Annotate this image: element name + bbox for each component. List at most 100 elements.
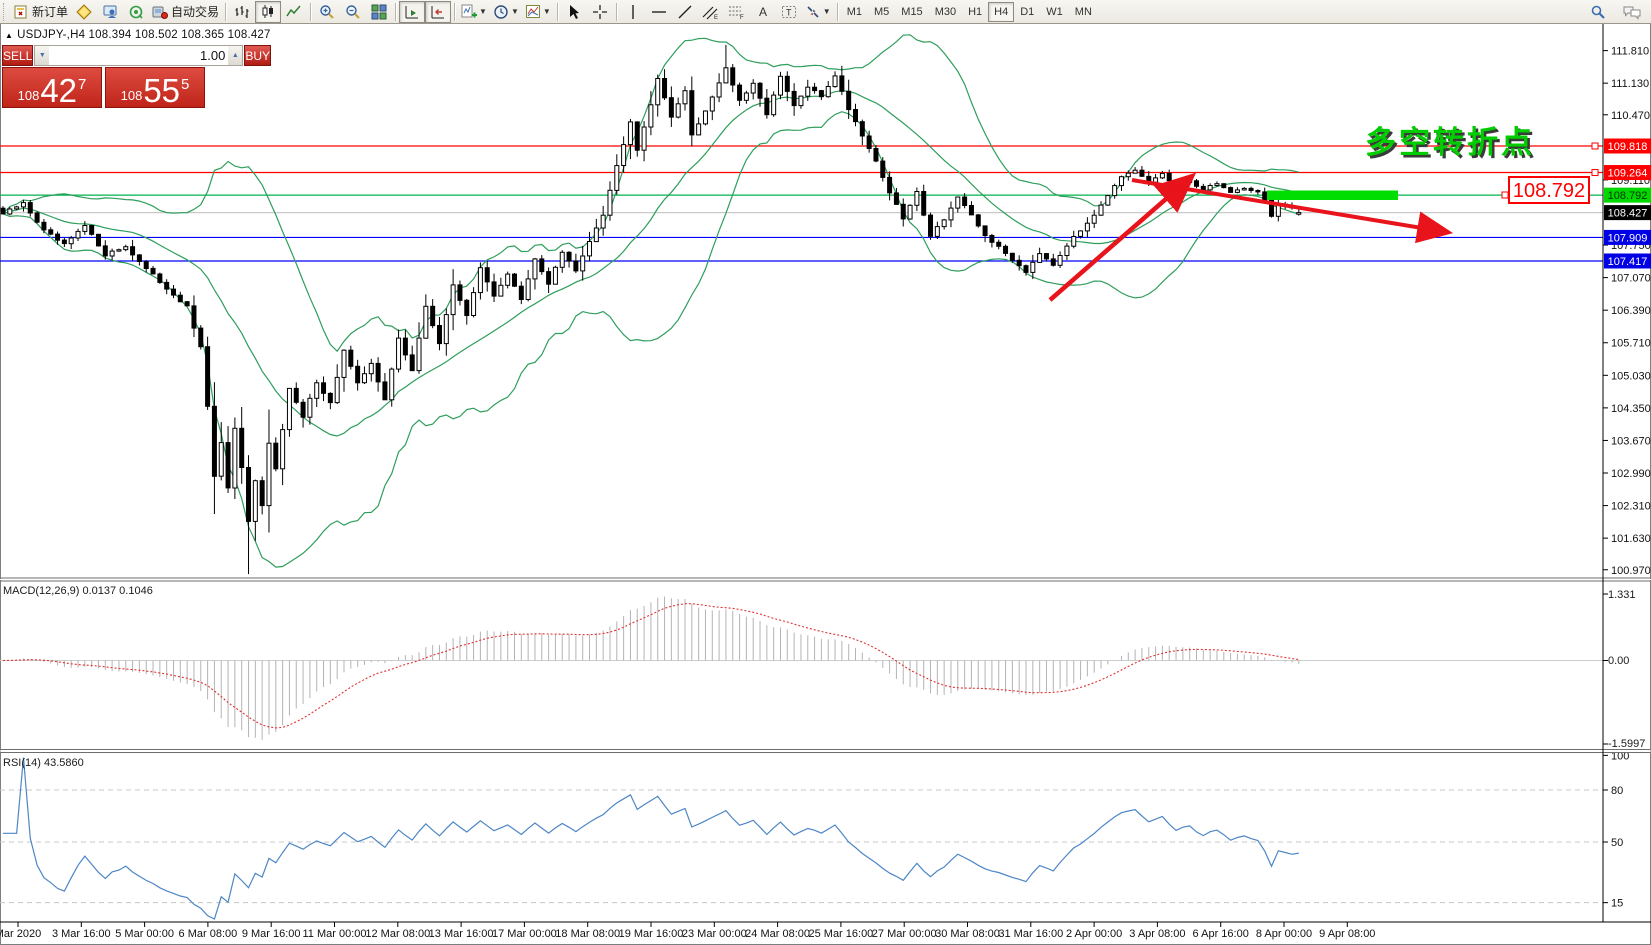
turning-point-text[interactable]: 多空转折点 — [1365, 125, 1535, 160]
cursor-button[interactable] — [561, 1, 587, 23]
candle-body — [1038, 254, 1042, 263]
candle-body — [110, 251, 114, 256]
arrow-objects-icon — [805, 4, 821, 20]
candle-body — [403, 338, 407, 355]
candle-body — [1099, 205, 1103, 215]
pane-splitter-macd[interactable] — [0, 578, 1651, 581]
tf-m1-button[interactable]: M1 — [841, 2, 868, 22]
text-label-button[interactable]: T — [776, 1, 802, 23]
date-tick-label: 27 Mar 00:00 — [872, 928, 937, 940]
volume-decrease-button[interactable]: ▼ — [35, 46, 49, 65]
date-tick-label: 18 Mar 08:00 — [555, 928, 620, 940]
vertical-line-button[interactable] — [620, 1, 646, 23]
date-tick-label: 24 Mar 08:00 — [745, 928, 810, 940]
pane-splitter-rsi[interactable] — [0, 750, 1651, 753]
terminal-user-icon — [102, 4, 118, 20]
candle-body — [437, 326, 441, 344]
candle-body — [383, 382, 387, 400]
tile-windows-button[interactable] — [366, 1, 392, 23]
periods-button[interactable]: ▼ — [490, 1, 522, 23]
candle-body — [765, 98, 769, 115]
line-handle-icon[interactable] — [1592, 170, 1598, 176]
horizontal-line-button[interactable] — [646, 1, 672, 23]
trendline-button[interactable] — [672, 1, 698, 23]
tf-h4-button[interactable]: H4 — [988, 2, 1014, 22]
tf-m30-button[interactable]: M30 — [929, 2, 962, 22]
svg-text:F: F — [740, 15, 744, 20]
zoom-out-button[interactable] — [340, 1, 366, 23]
broadcast-button[interactable] — [123, 1, 149, 23]
search-icon — [1590, 4, 1606, 20]
text-button[interactable]: A — [750, 1, 776, 23]
toolbar-separator — [454, 3, 455, 21]
candle-body — [976, 215, 980, 226]
search-button[interactable] — [1585, 1, 1611, 23]
chat-bubbles-icon — [1622, 4, 1642, 20]
collapse-panel-icon[interactable]: ▲ — [5, 31, 13, 40]
line-handle-icon[interactable] — [1502, 192, 1508, 198]
chat-button[interactable] — [1619, 1, 1645, 23]
candle-body — [1031, 262, 1035, 272]
chart-line-button[interactable] — [281, 1, 307, 23]
autoscroll-button[interactable] — [399, 1, 425, 23]
candle-body — [322, 383, 326, 394]
candle-body — [131, 247, 135, 255]
svg-text:T: T — [786, 7, 792, 17]
candle-body — [833, 76, 837, 87]
fibonacci-icon: F — [728, 4, 745, 20]
zoom-in-button[interactable] — [314, 1, 340, 23]
candle-body — [758, 83, 762, 98]
candle-body — [369, 363, 373, 373]
toolbar-grip[interactable] — [3, 3, 9, 21]
candle-body — [165, 282, 169, 289]
candle-body — [499, 285, 503, 296]
buy-button[interactable]: BUY — [244, 45, 271, 66]
chart-canvas: 多空转折点 多空转折点 108.792 111.810111.130110.47… — [0, 0, 1651, 945]
date-tick-label: 25 Mar 16:00 — [808, 928, 873, 940]
fibonacci-button[interactable]: F — [724, 1, 750, 23]
metaeditor-button[interactable] — [71, 1, 97, 23]
chart-candles-button[interactable] — [255, 1, 281, 23]
chart-bars-button[interactable] — [229, 1, 255, 23]
candle-body — [281, 430, 285, 469]
volume-input[interactable] — [49, 46, 228, 65]
sell-button[interactable]: SELL — [2, 45, 33, 66]
date-tick-label: 17 Mar 00:00 — [492, 928, 557, 940]
candle-body — [96, 234, 100, 246]
price-tick-label: 101.630 — [1611, 533, 1651, 545]
volume-increase-button[interactable]: ▲ — [228, 46, 242, 65]
autotrading-button[interactable]: 自动交易 — [149, 1, 222, 23]
trendline-icon — [677, 4, 693, 20]
price-tick-label: 111.130 — [1611, 78, 1649, 90]
tf-d1-button[interactable]: D1 — [1014, 2, 1040, 22]
zoom-in-icon — [319, 4, 335, 20]
chart-shift-button[interactable] — [425, 1, 451, 23]
templates-button[interactable]: ▼ — [522, 1, 554, 23]
new-order-button[interactable]: 新订单 — [11, 1, 71, 23]
sell-price-box[interactable]: 108 42 7 — [2, 67, 102, 108]
zoom-out-icon — [345, 4, 361, 20]
line-handle-icon[interactable] — [1592, 143, 1598, 149]
candle-body — [376, 363, 380, 382]
tf-h1-button[interactable]: H1 — [962, 2, 988, 22]
tf-m15-button[interactable]: M15 — [895, 2, 928, 22]
candle-body — [724, 68, 728, 83]
candle-body — [628, 122, 632, 145]
tf-m5-button[interactable]: M5 — [868, 2, 895, 22]
tf-mn-button[interactable]: MN — [1069, 2, 1098, 22]
candle-body — [792, 91, 796, 105]
candle-body — [124, 247, 128, 250]
green-highlight-bar[interactable] — [1267, 191, 1398, 201]
indicators-button[interactable]: ▼ — [458, 1, 490, 23]
candle-body — [1, 208, 5, 214]
channel-button[interactable]: E — [698, 1, 724, 23]
tf-w1-button[interactable]: W1 — [1040, 2, 1069, 22]
buy-price-box[interactable]: 108 55 5 — [105, 67, 205, 108]
candle-body — [431, 306, 435, 325]
arrows-button[interactable]: ▼ — [802, 1, 834, 23]
candle-body — [199, 328, 203, 347]
community-button[interactable] — [97, 1, 123, 23]
candle-body — [1004, 246, 1008, 253]
crosshair-button[interactable] — [587, 1, 613, 23]
candle-body — [778, 76, 782, 95]
